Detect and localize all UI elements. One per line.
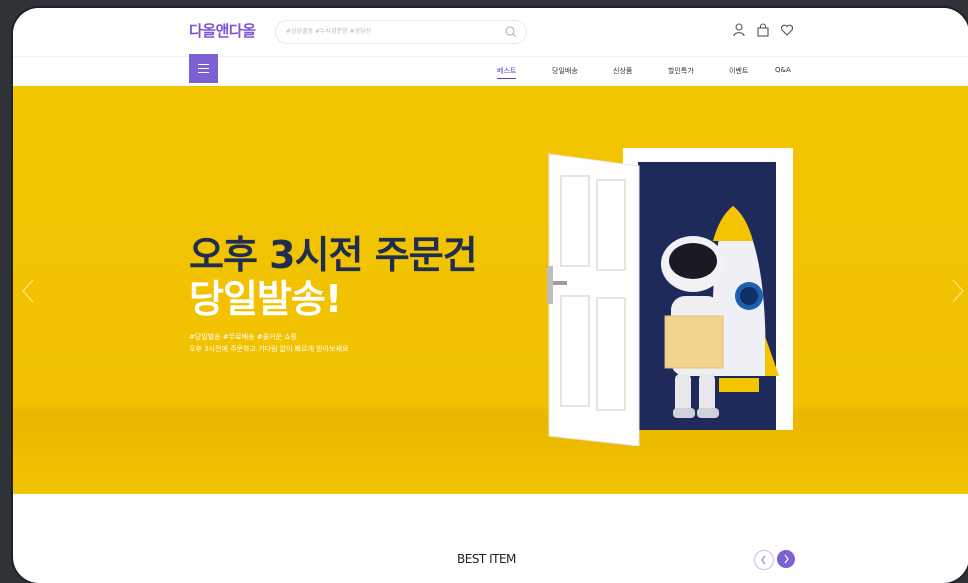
menu-line — [198, 72, 209, 73]
hero-title-line2: 당일발송! — [189, 277, 342, 321]
menu-line — [198, 68, 209, 69]
nav-bar — [13, 56, 968, 87]
search-icon[interactable] — [504, 25, 518, 39]
slide-next-arrow-icon[interactable] — [951, 278, 965, 304]
menu-line — [198, 64, 209, 65]
hero-floor — [13, 416, 968, 494]
search-box[interactable]: #상당출동 #누사업분양 #상당산 — [275, 20, 527, 44]
slide-prev-arrow-icon[interactable] — [21, 278, 35, 304]
hero-illustration — [547, 148, 793, 446]
browser-frame: 다올앤다올 #상당출동 #누사업분양 #상당산 베스트 당일배송 신상품 할인특… — [13, 8, 968, 583]
best-next-button[interactable] — [777, 550, 795, 568]
best-item-title: BEST ITEM — [457, 552, 516, 566]
top-bar: 다올앤다올 #상당출동 #누사업분양 #상당산 — [13, 8, 968, 56]
hero-banner[interactable]: 오후 3시전 주문건 당일발송! #당일발송 #무료배송 #즐거운 쇼핑 오후 … — [13, 86, 968, 494]
cart-icon[interactable] — [755, 22, 771, 38]
nav-item-new[interactable]: 신상품 — [613, 66, 632, 76]
nav-item-qna[interactable]: Q&A — [775, 66, 791, 74]
nav-item-best[interactable]: 베스트 — [497, 66, 517, 79]
nav-item-sale[interactable]: 할인특가 — [668, 66, 694, 76]
nav-item-same-day[interactable]: 당일배송 — [552, 66, 578, 76]
chevron-right-icon — [784, 554, 789, 564]
site-logo[interactable]: 다올앤다올 — [189, 20, 256, 41]
search-placeholder: #상당출동 #누사업분양 #상당산 — [286, 28, 372, 35]
hero-subtitle-line1: #당일발송 #무료배송 #즐거운 쇼핑 — [189, 333, 297, 341]
hamburger-menu-button[interactable] — [189, 54, 218, 83]
best-prev-button[interactable] — [754, 550, 774, 570]
hero-subtitle-line2: 오후 3시전에 주문하고 기다림 없이 빠르게 받아보세요 — [189, 345, 349, 353]
user-icon[interactable] — [731, 22, 747, 38]
chevron-left-icon — [761, 555, 766, 565]
nav-item-event[interactable]: 이벤트 — [729, 66, 748, 76]
heart-icon[interactable] — [779, 22, 795, 38]
